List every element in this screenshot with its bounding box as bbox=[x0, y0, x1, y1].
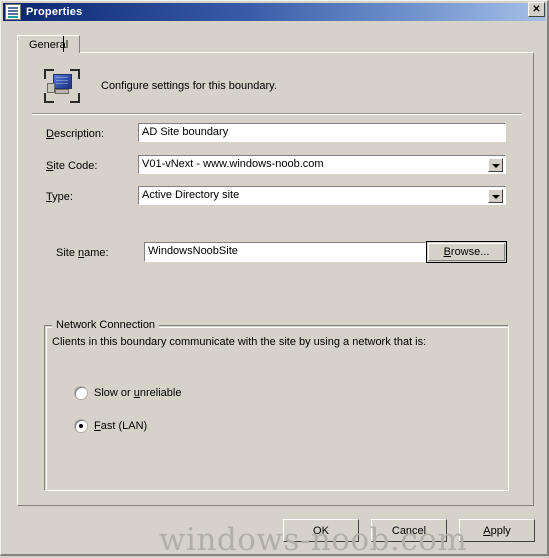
network-connection-groupbox bbox=[44, 325, 509, 491]
apply-button[interactable]: Apply bbox=[459, 519, 535, 542]
radio-slow-or-unreliable[interactable]: Slow or unreliable bbox=[75, 387, 181, 399]
apply-button-label: Apply bbox=[483, 524, 511, 537]
window-title: Properties bbox=[26, 6, 83, 18]
site-code-value: V01-vNext - www.windows-noob.com bbox=[142, 158, 324, 170]
close-button[interactable]: ✕ bbox=[528, 2, 545, 17]
properties-dialog: Properties ✕ General Configure settings … bbox=[0, 0, 549, 558]
tab-focus-indicator bbox=[63, 36, 64, 52]
site-name-input[interactable]: WindowsNoobSite bbox=[143, 241, 427, 263]
browse-button-label: Browse... bbox=[443, 246, 490, 258]
site-code-label: Site Code: bbox=[46, 160, 98, 172]
site-name-label: Site name: bbox=[56, 247, 109, 259]
type-value: Active Directory site bbox=[142, 189, 240, 201]
radio-selected-icon bbox=[75, 420, 87, 432]
type-label: Type: bbox=[46, 191, 73, 203]
tab-panel-general: Configure settings for this boundary. De… bbox=[17, 52, 534, 506]
properties-document-icon bbox=[5, 4, 21, 20]
cancel-button[interactable]: Cancel bbox=[371, 519, 447, 542]
tab-strip: General bbox=[17, 35, 534, 53]
radio-unselected-icon bbox=[75, 387, 87, 399]
radio-fast-label: Fast (LAN) bbox=[94, 420, 148, 432]
type-combobox[interactable]: Active Directory site bbox=[138, 186, 506, 205]
panel-header: Configure settings for this boundary. bbox=[44, 69, 277, 103]
panel-header-text: Configure settings for this boundary. bbox=[101, 80, 277, 92]
boundary-computer-icon bbox=[44, 69, 80, 103]
description-label: Description: bbox=[46, 128, 105, 140]
header-separator bbox=[32, 113, 521, 115]
title-bar: Properties bbox=[3, 3, 546, 21]
chevron-down-icon[interactable] bbox=[488, 158, 503, 172]
chevron-down-icon[interactable] bbox=[488, 189, 503, 203]
browse-button[interactable]: Browse... bbox=[426, 241, 507, 263]
site-code-combobox[interactable]: V01-vNext - www.windows-noob.com bbox=[138, 155, 506, 174]
description-input[interactable]: AD Site boundary bbox=[137, 122, 507, 143]
ok-button[interactable]: OK bbox=[283, 519, 359, 542]
radio-slow-label: Slow or unreliable bbox=[94, 387, 182, 399]
tab-general[interactable]: General bbox=[17, 35, 81, 53]
network-connection-title: Network Connection bbox=[52, 319, 160, 331]
network-connection-description: Clients in this boundary communicate wit… bbox=[52, 336, 427, 348]
radio-fast-lan[interactable]: Fast (LAN) bbox=[75, 420, 147, 432]
